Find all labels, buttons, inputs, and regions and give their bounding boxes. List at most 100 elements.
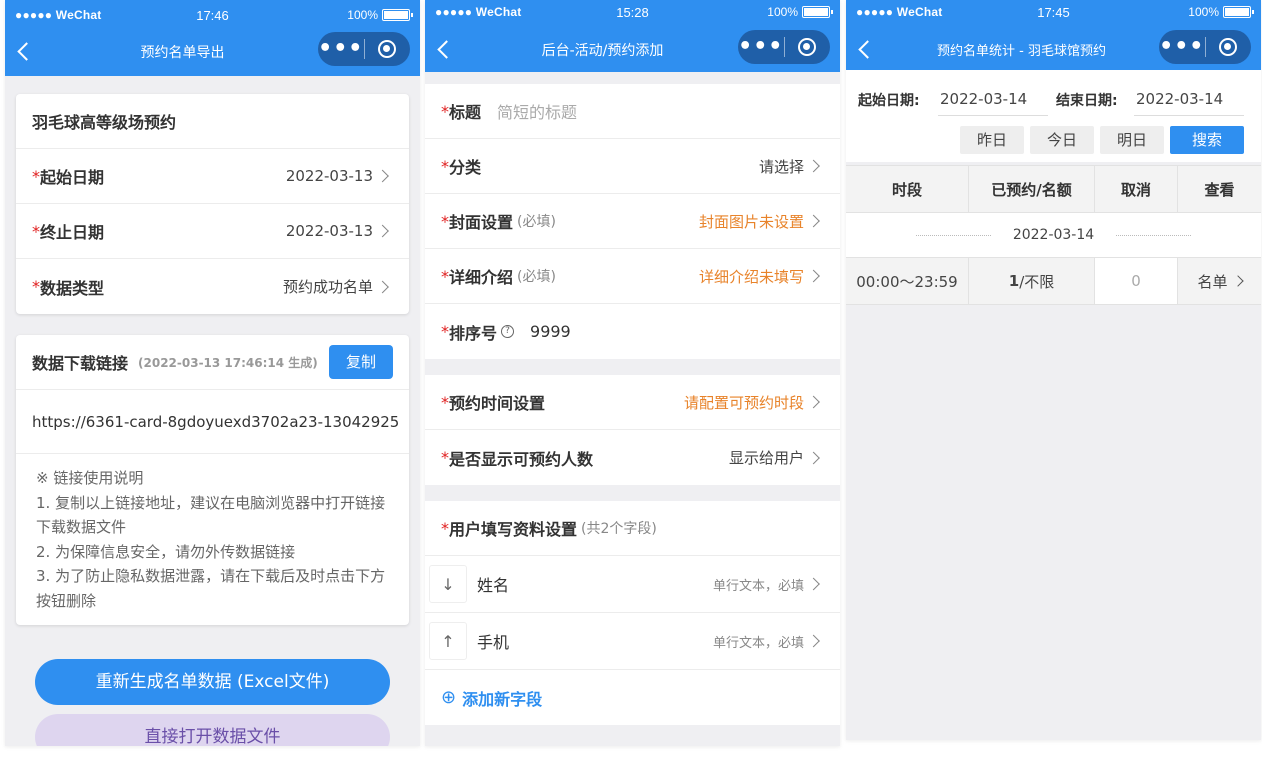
download-link-card: 数据下载链接 (2022-03-13 17:46:14 生成) 复制 https…	[16, 335, 409, 625]
required-mark: *	[441, 392, 449, 412]
cover-hint: (必填)	[517, 214, 556, 230]
title-input[interactable]: 简短的标题	[497, 99, 577, 123]
close-target-icon[interactable]	[1205, 38, 1251, 56]
data-type-row[interactable]: * 数据类型 预约成功名单	[16, 259, 409, 314]
more-dots-icon[interactable]: •••	[738, 36, 784, 58]
battery-percent: 100%	[347, 8, 378, 22]
battery-icon	[802, 6, 833, 18]
date-filter: 起始日期: 2022-03-14 结束日期: 2022-03-14 昨日 今日 …	[846, 70, 1261, 162]
basic-info-section: * 标题 简短的标题 * 分类 请选择 * 封面设置 (必填) 封面图片未设置 …	[425, 84, 840, 359]
add-field-button[interactable]: 添加新字段	[462, 686, 542, 710]
time-setting-row[interactable]: * 预约时间设置 请配置可预约时段	[425, 375, 840, 430]
end-date-row[interactable]: * 终止日期 2022-03-13	[16, 204, 409, 259]
booking-table: 时段 已预约/名额 取消 查看 2022-03-14 00:00～23:59 1…	[846, 165, 1261, 305]
usage-notes: ※ 链接使用说明 1. 复制以上链接地址，建议在电脑浏览器中打开链接下载数据文件…	[16, 454, 409, 625]
battery-indicator: 100%	[1188, 5, 1254, 19]
page-title: 预约名单统计 - 羽毛球馆预约	[937, 44, 1106, 59]
required-mark: *	[32, 277, 40, 296]
field-meta: 单行文本，必填	[712, 578, 804, 594]
time-setting-label: 预约时间设置	[449, 394, 546, 413]
required-mark: *	[441, 448, 449, 467]
back-chevron-icon[interactable]	[15, 40, 35, 64]
start-date-picker[interactable]: 2022-03-14	[938, 84, 1048, 116]
back-chevron-icon[interactable]	[856, 38, 876, 62]
close-target-icon[interactable]	[784, 38, 830, 56]
end-date-label: 结束日期:	[1056, 93, 1118, 109]
detail-row[interactable]: * 详细介绍 (必填) 详细介绍未填写	[425, 249, 840, 304]
field-name: 姓名	[477, 576, 510, 595]
col-booked: 已预约/名额	[969, 166, 1095, 212]
table-row: 00:00～23:59 1 /不限 0 名单	[846, 257, 1261, 305]
chevron-right-icon	[376, 169, 389, 183]
add-circle-icon: ⊕	[441, 687, 457, 708]
open-file-button[interactable]: 直接打开数据文件	[35, 714, 390, 746]
today-button[interactable]: 今日	[1030, 126, 1094, 154]
start-date-row[interactable]: * 起始日期 2022-03-13	[16, 149, 409, 204]
note-item: 3. 为了防止隐私数据泄露，请在下载后及时点击下方按钮删除	[36, 567, 386, 610]
category-value: 请选择	[758, 157, 804, 176]
fields-header-row: * 用户填写资料设置 (共2个字段)	[425, 501, 840, 556]
close-target-icon[interactable]	[364, 40, 410, 58]
add-field-row[interactable]: ⊕ 添加新字段	[425, 670, 840, 725]
detail-label: 详细介绍	[449, 268, 514, 287]
download-link: https://6361-card-8gdoyuexd3702a23-13042…	[32, 412, 400, 431]
detail-hint: (必填)	[517, 269, 556, 285]
regenerate-button[interactable]: 重新生成名单数据 (Excel文件)	[35, 659, 390, 705]
chevron-right-icon	[376, 280, 389, 293]
required-mark: *	[441, 322, 449, 341]
chevron-right-icon	[1231, 275, 1244, 287]
generated-time: (2022-03-13 17:46:14 生成)	[138, 355, 318, 370]
chevron-right-icon	[807, 159, 820, 173]
cover-label: 封面设置	[449, 213, 514, 232]
field-row-phone[interactable]: ↑ 手机 单行文本，必填	[425, 613, 840, 670]
col-cancel: 取消	[1095, 166, 1178, 212]
move-down-icon[interactable]: ↓	[429, 565, 467, 603]
more-dots-icon[interactable]: •••	[318, 38, 364, 60]
battery-indicator: 100%	[767, 5, 833, 19]
start-date-label: 起始日期	[40, 168, 105, 187]
more-dots-icon[interactable]: •••	[1159, 36, 1205, 58]
battery-icon	[1223, 6, 1254, 18]
order-row[interactable]: * 排序号 ? 9999	[425, 304, 840, 359]
category-row[interactable]: * 分类 请选择	[425, 139, 840, 194]
cover-row[interactable]: * 封面设置 (必填) 封面图片未设置	[425, 194, 840, 249]
battery-percent: 100%	[1188, 5, 1219, 19]
back-chevron-icon[interactable]	[435, 38, 455, 62]
chevron-right-icon	[807, 395, 820, 409]
order-label: 排序号	[449, 323, 498, 343]
order-input[interactable]: 9999	[530, 322, 571, 341]
chevron-right-icon	[807, 577, 820, 591]
note-item: 1. 复制以上链接地址，建议在电脑浏览器中打开链接下载数据文件	[36, 493, 386, 537]
tomorrow-button[interactable]: 明日	[1100, 126, 1164, 154]
divider	[915, 234, 991, 236]
yesterday-button[interactable]: 昨日	[960, 126, 1024, 154]
status-bar: ●●●●● WeChat 15:28 100%	[425, 5, 840, 23]
chevron-right-icon	[807, 269, 820, 283]
field-row-name[interactable]: ↓ 姓名 单行文本，必填	[425, 556, 840, 613]
title-row[interactable]: * 标题 简短的标题	[425, 84, 840, 139]
help-icon[interactable]: ?	[501, 325, 515, 338]
required-mark: *	[441, 518, 449, 538]
required-mark: *	[441, 211, 449, 231]
battery-icon	[382, 9, 413, 21]
top-bar: ●●●●● WeChat 17:46 100% 预约名单导出 •••	[5, 0, 420, 76]
show-count-row[interactable]: * 是否显示可预约人数 显示给用户	[425, 430, 840, 485]
end-date-picker[interactable]: 2022-03-14	[1134, 84, 1244, 116]
fields-section: * 用户填写资料设置 (共2个字段) ↓ 姓名 单行文本，必填 ↑ 手机 单行文…	[425, 501, 840, 725]
nav-bar: 预约名单导出 •••	[5, 30, 420, 72]
page-title: 后台-活动/预约添加	[541, 43, 664, 59]
table-header: 时段 已预约/名额 取消 查看	[846, 165, 1261, 213]
required-mark: *	[441, 156, 449, 176]
copy-button[interactable]: 复制	[329, 345, 393, 379]
time-setting-value: 请配置可预约时段	[683, 393, 804, 412]
booking-stats-screen: ●●●●● WeChat 17:45 100% 预约名单统计 - 羽毛球馆预约 …	[846, 0, 1261, 740]
view-list-link[interactable]: 名单	[1178, 258, 1261, 304]
mini-program-capsule: •••	[1159, 30, 1251, 64]
event-title: 羽毛球高等级场预约	[32, 113, 177, 132]
nav-bar: 后台-活动/预约添加 •••	[425, 28, 840, 70]
chevron-right-icon	[376, 224, 389, 238]
export-settings-card: 羽毛球高等级场预约 * 起始日期 2022-03-13 * 终止日期 2022-…	[16, 94, 409, 314]
search-button[interactable]: 搜索	[1170, 126, 1244, 154]
start-date-value: 2022-03-13	[285, 167, 373, 185]
move-up-icon[interactable]: ↑	[429, 622, 467, 660]
